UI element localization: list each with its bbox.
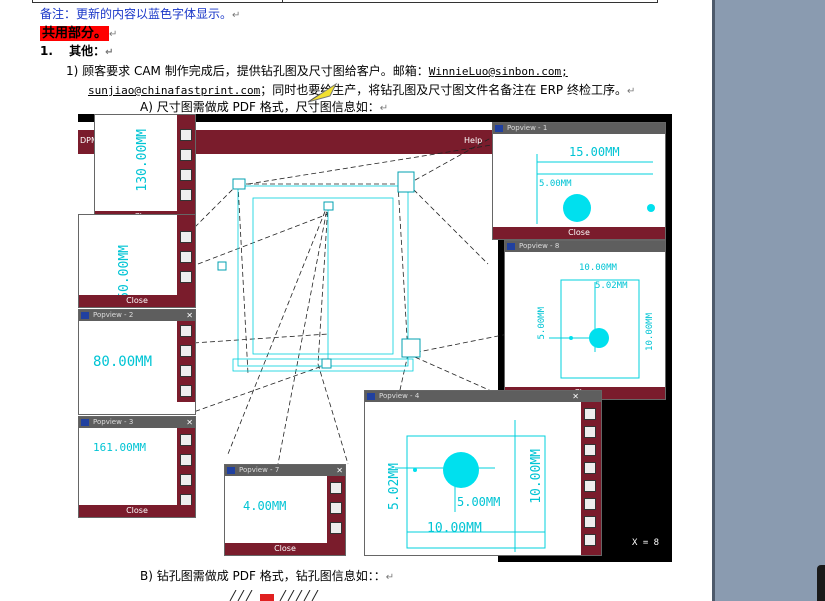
paragraph-line-1: 1) 顾客要求 CAM 制作完成后，提供钻孔图及尺寸图给客户。邮箱：Winnie… bbox=[66, 62, 568, 79]
close-button[interactable]: Close bbox=[493, 227, 665, 239]
dimension-label: 130.00MM bbox=[135, 129, 150, 192]
dimension-label: 161.00MM bbox=[93, 441, 146, 454]
dimension-drawing bbox=[536, 154, 655, 224]
scroll-corner[interactable] bbox=[817, 565, 825, 601]
popview-title: Popview bbox=[507, 124, 536, 132]
cad-dimension-screenshot: DPM Help 130.00MM 50.00MM Close Popview … bbox=[78, 114, 672, 562]
dimension-drawing bbox=[395, 420, 546, 552]
popview-title: Popview bbox=[519, 242, 548, 250]
popview-window-7[interactable]: Popview - 7 ✕ 4.00MM Close bbox=[224, 464, 346, 556]
dimension-label: 4.00MM bbox=[243, 499, 287, 513]
return-mark: ↵ bbox=[232, 10, 241, 21]
popview-window-8[interactable]: Popview - 8 10.00MM 5.02MM 5.00MM 10.00M… bbox=[504, 240, 666, 400]
popview-number: 4 bbox=[414, 392, 420, 400]
return-mark: ↵ bbox=[379, 103, 389, 114]
cursor-arrow-icon bbox=[307, 82, 338, 103]
item-title: 其他： bbox=[69, 44, 106, 58]
note-text: 备注：更新的内容以蓝色字体显示。 bbox=[40, 7, 233, 21]
close-icon[interactable]: ✕ bbox=[336, 465, 343, 476]
coordinate-readout: X = 8 bbox=[632, 538, 660, 548]
dimension-label: 80.00MM bbox=[93, 354, 153, 370]
note-line: 备注：更新的内容以蓝色字体显示。↵ bbox=[40, 5, 240, 22]
para1-prefix: 1) 顾客要求 CAM 制作完成后，提供钻孔图及尺寸图给客户。邮箱： bbox=[66, 64, 429, 78]
popview-window-4[interactable]: Popview - 4 ✕ 5.02MM 5.00MM 10.00MM 10.00… bbox=[364, 390, 602, 556]
dimension-label: 50.00MM bbox=[117, 245, 132, 300]
popview-number: 7 bbox=[274, 466, 280, 474]
dimension-drawing bbox=[549, 279, 640, 379]
sub-item-b: B) 钻孔图需做成 PDF 格式，钻孔图信息如：：↵ bbox=[140, 567, 394, 584]
return-mark: ↵ bbox=[626, 86, 636, 97]
close-button[interactable]: Close bbox=[79, 295, 195, 307]
popview-number: 1 bbox=[542, 124, 548, 132]
popview-number: 8 bbox=[554, 242, 560, 250]
table-bottom-border bbox=[32, 0, 658, 3]
close-icon[interactable]: ✕ bbox=[572, 391, 579, 402]
return-mark: ↵ bbox=[105, 47, 114, 58]
email-link-2[interactable]: sunjiao@chinafastprint.com bbox=[88, 84, 260, 97]
common-section-label: 共用部分。 bbox=[40, 26, 110, 41]
popview-title: Popview bbox=[379, 392, 408, 400]
popview-title: Popview bbox=[93, 418, 122, 426]
sub-item-a: A) 尺寸图需做成 PDF 格式，尺寸图信息如：↵ bbox=[140, 98, 388, 115]
common-section-heading: 共用部分。 ↵ bbox=[40, 22, 117, 41]
popview-number: 2 bbox=[128, 311, 134, 319]
popview-window-1[interactable]: Popview - 1 15.00MM 5.00MM Close bbox=[492, 122, 666, 240]
item-number: 1. bbox=[40, 44, 53, 58]
popview-window-2[interactable]: Popview - 2 ✕ 80.00MM bbox=[78, 309, 196, 415]
return-mark: ↵ bbox=[109, 29, 118, 40]
next-image-preview bbox=[229, 590, 319, 601]
close-icon[interactable]: ✕ bbox=[186, 310, 193, 321]
popview-title: Popview bbox=[239, 466, 268, 474]
popview-title: Popview bbox=[93, 311, 122, 319]
close-button[interactable]: Close bbox=[79, 505, 195, 517]
item-heading: 1. 其他：↵ bbox=[40, 42, 114, 59]
popview-number: 3 bbox=[128, 418, 134, 426]
close-button[interactable]: Close bbox=[225, 543, 345, 555]
paragraph-line-2: sunjiao@chinafastprint.com；同时也要给生产，将钻孔图及… bbox=[88, 81, 635, 98]
popview-window-50mm[interactable]: 50.00MM Close bbox=[78, 214, 196, 308]
email-link-1[interactable]: WinnieLuo@sinbon.com; bbox=[429, 65, 568, 78]
close-icon[interactable]: ✕ bbox=[186, 417, 193, 428]
popview-window-3[interactable]: Popview - 3 ✕ 161.00MM Close bbox=[78, 416, 196, 518]
window-right-margin bbox=[712, 0, 825, 601]
return-mark: ↵ bbox=[385, 572, 395, 583]
popview-window-130mm[interactable]: 130.00MM Close bbox=[94, 114, 196, 224]
sub-item-b-text: B) 钻孔图需做成 PDF 格式，钻孔图信息如：： bbox=[140, 569, 386, 583]
document-page: 备注：更新的内容以蓝色字体显示。↵ 共用部分。 ↵ 1. 其他：↵ 1) 顾客要求… bbox=[0, 0, 712, 601]
